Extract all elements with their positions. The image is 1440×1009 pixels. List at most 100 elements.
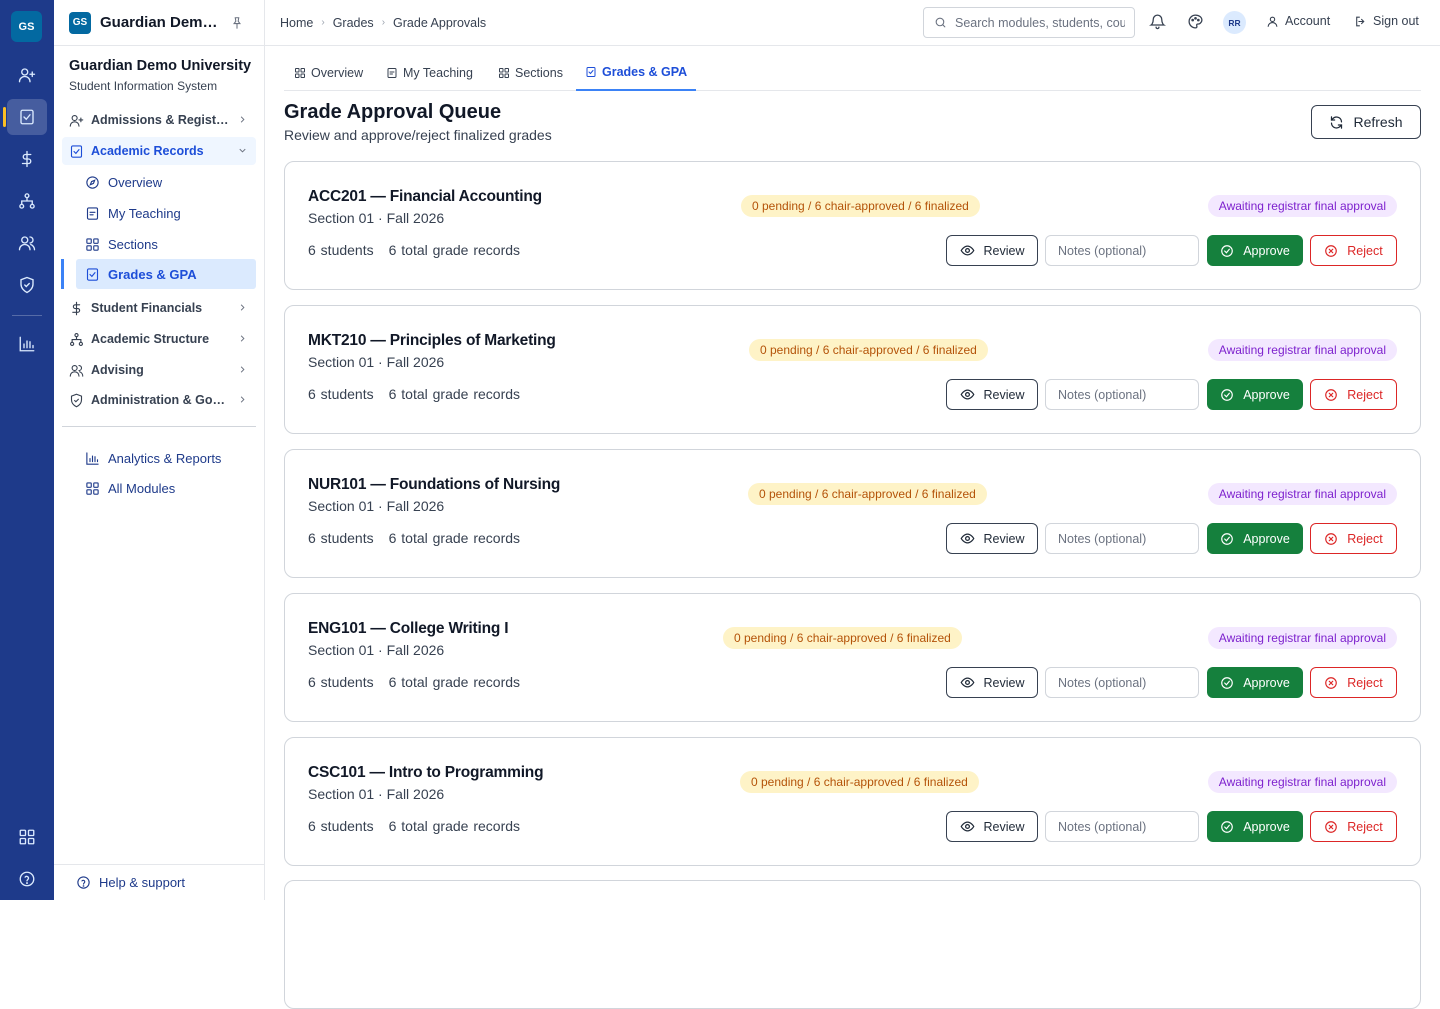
record-counts: 6 students 6 total grade records: [308, 674, 520, 690]
review-button[interactable]: Review: [946, 667, 1038, 698]
eye-icon: [960, 531, 975, 546]
sidebar-item-academic-records[interactable]: Academic Records: [62, 137, 256, 165]
sidebar-item-administration[interactable]: Administration & Governance: [62, 386, 256, 414]
approve-button[interactable]: Approve: [1207, 523, 1303, 554]
hierarchy-icon: [69, 332, 84, 347]
rail-admissions-button[interactable]: [7, 57, 47, 93]
tab-my-teaching[interactable]: My Teaching: [377, 55, 482, 91]
user-icon: [1266, 15, 1279, 28]
approval-card-partial: [284, 880, 1421, 1009]
users-icon: [69, 363, 84, 378]
notes-field: [1045, 667, 1199, 698]
sidebar-item-academic-structure[interactable]: Academic Structure: [62, 325, 256, 353]
app-logo[interactable]: GS: [11, 11, 42, 42]
review-button[interactable]: Review: [946, 523, 1038, 554]
reject-label: Reject: [1347, 387, 1383, 402]
search-icon: [934, 16, 947, 29]
notes-input[interactable]: [1058, 387, 1193, 402]
status-badge: Awaiting registrar final approval: [1207, 771, 1397, 793]
reject-button[interactable]: Reject: [1310, 523, 1397, 554]
search-box: [923, 7, 1135, 38]
account-link[interactable]: Account: [1266, 14, 1330, 28]
rail-analytics-button[interactable]: [7, 326, 47, 362]
record-counts: 6 students 6 total grade records: [308, 818, 520, 834]
rail-all-modules-button[interactable]: [7, 819, 47, 855]
rail-structure-button[interactable]: [7, 183, 47, 219]
approve-button[interactable]: Approve: [1207, 811, 1303, 842]
record-counts: 6 students 6 total grade records: [308, 530, 520, 546]
module-tabs: Overview My Teaching Sections Grades & G…: [284, 55, 1421, 91]
rail-advising-button[interactable]: [7, 225, 47, 261]
user-plus-icon: [18, 66, 36, 84]
sidebar-subitem-overview[interactable]: Overview: [76, 167, 256, 197]
sidebar-item-student-financials[interactable]: Student Financials: [62, 294, 256, 322]
grid-icon: [498, 67, 510, 79]
sidebar-subitem-sections[interactable]: Sections: [76, 229, 256, 259]
sidebar-subitem-grades-gpa[interactable]: Grades & GPA: [61, 259, 256, 289]
notes-input[interactable]: [1058, 531, 1193, 546]
tab-label: Sections: [515, 66, 563, 80]
sidebar-item-analytics[interactable]: Analytics & Reports: [76, 443, 256, 473]
review-button[interactable]: Review: [946, 811, 1038, 842]
grid-icon: [85, 481, 100, 496]
grid-icon: [18, 828, 36, 846]
x-circle-icon: [1324, 820, 1338, 834]
reject-button[interactable]: Reject: [1310, 811, 1397, 842]
reject-label: Reject: [1347, 675, 1383, 690]
tab-sections[interactable]: Sections: [489, 55, 572, 91]
tab-overview[interactable]: Overview: [285, 55, 372, 91]
breadcrumb-home[interactable]: Home: [280, 16, 313, 30]
reject-button[interactable]: Reject: [1310, 235, 1397, 266]
help-support-link[interactable]: Help & support: [54, 864, 264, 900]
account-label: Account: [1285, 14, 1331, 28]
search-input[interactable]: [955, 15, 1125, 30]
hierarchy-icon: [18, 192, 36, 210]
tab-grades-gpa[interactable]: Grades & GPA: [576, 55, 697, 91]
student-count: 6 students: [308, 530, 374, 546]
clipboard-icon: [85, 206, 100, 221]
notes-input[interactable]: [1058, 243, 1193, 258]
notes-input[interactable]: [1058, 675, 1193, 690]
sidebar-item-label: Admissions & Registration: [91, 113, 231, 127]
sidebar-item-advising[interactable]: Advising: [62, 356, 256, 384]
refresh-icon: [1329, 115, 1344, 130]
notes-input[interactable]: [1058, 819, 1193, 834]
bell-icon[interactable]: [1149, 13, 1166, 30]
sidebar-item-all-modules[interactable]: All Modules: [76, 473, 256, 503]
eye-icon: [960, 387, 975, 402]
clipboard-check-icon: [69, 144, 84, 159]
chevron-right-icon: [237, 114, 248, 125]
review-button[interactable]: Review: [946, 235, 1038, 266]
sign-out-link[interactable]: Sign out: [1354, 14, 1419, 28]
icon-rail: GS: [0, 0, 54, 900]
rail-financials-button[interactable]: [7, 141, 47, 177]
student-count: 6 students: [308, 386, 374, 402]
approve-label: Approve: [1243, 675, 1290, 690]
notes-field: [1045, 523, 1199, 554]
approve-button[interactable]: Approve: [1207, 235, 1303, 266]
approve-button[interactable]: Approve: [1207, 667, 1303, 698]
reject-button[interactable]: Reject: [1310, 379, 1397, 410]
sidebar-item-label: All Modules: [108, 480, 176, 496]
avatar[interactable]: RR: [1223, 11, 1246, 34]
approve-button[interactable]: Approve: [1207, 379, 1303, 410]
review-button[interactable]: Review: [946, 379, 1038, 410]
sidebar-subitem-my-teaching[interactable]: My Teaching: [76, 198, 256, 228]
rail-help-button[interactable]: [7, 861, 47, 897]
reject-button[interactable]: Reject: [1310, 667, 1397, 698]
grid-icon: [294, 67, 306, 79]
status-badge: Awaiting registrar final approval: [1207, 483, 1397, 505]
breadcrumb-grades[interactable]: Grades: [333, 16, 374, 30]
chevron-right-icon: [237, 364, 248, 375]
course-title: CSC101 — Intro to Programming: [308, 764, 544, 781]
help-circle-icon: [76, 875, 91, 890]
section-term: Section 01 · Fall 2026: [308, 210, 445, 226]
pin-icon[interactable]: [230, 16, 244, 30]
sidebar-item-admissions[interactable]: Admissions & Registration: [62, 106, 256, 134]
palette-icon[interactable]: [1187, 13, 1204, 30]
rail-administration-button[interactable]: [7, 267, 47, 303]
refresh-button[interactable]: Refresh: [1311, 105, 1421, 139]
approval-card: NUR101 — Foundations of Nursing Section 0…: [284, 449, 1421, 578]
dollar-icon: [69, 301, 84, 316]
rail-academic-records-button[interactable]: [3, 99, 47, 135]
